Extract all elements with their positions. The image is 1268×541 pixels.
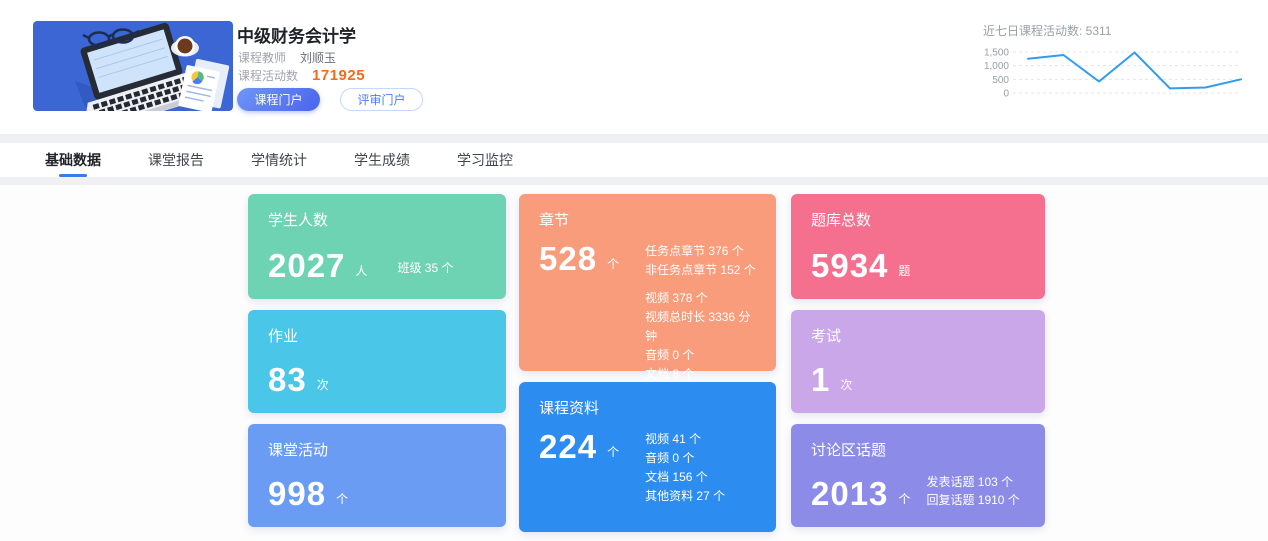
card-discussion-topics: 讨论区话题 2013 个 发表话题 103 个 回复话题 1910 个 [791,424,1045,527]
card-value: 1 [811,363,830,396]
card-class-activities: 课堂活动 998 个 [248,424,506,527]
review-portal-button[interactable]: 评审门户 [340,88,423,111]
card-subtext: 回复话题 1910 个 [926,491,1019,509]
course-title: 中级财务会计学 [237,22,356,47]
tab-learning-monitor[interactable]: 学习监控 [457,143,513,177]
svg-text:1,000: 1,000 [984,61,1009,72]
card-question-bank: 题库总数 5934 题 [791,194,1045,299]
course-header: 中级财务会计学 课程教师 刘顺玉 课程活动数 171925 课程门户 评审门户 … [0,0,1268,134]
tab-class-report[interactable]: 课堂报告 [148,143,204,177]
dashboard-tabs: 基础数据 课堂报告 学情统计 学生成绩 学习监控 [0,143,1268,177]
card-subtext: 任务点章节 376 个 [645,242,756,261]
header-buttons: 课程门户 评审门户 [237,88,423,111]
svg-text:0: 0 [1003,89,1009,100]
course-portal-button[interactable]: 课程门户 [237,88,320,111]
card-subtext: 非任务点章节 152 个 [645,261,756,280]
activity-count-value: 171925 [312,67,365,84]
card-value: 5934 [811,249,888,282]
card-subtext: 视频 378 个 [645,289,756,308]
card-subtext: 视频总时长 3336 分钟 [645,308,756,346]
tab-student-grades[interactable]: 学生成绩 [354,143,410,177]
teacher-name: 刘顺玉 [300,49,336,66]
cards-column-3: 题库总数 5934 题 考试 1 次 讨论区话题 2013 个 发表话题 103… [791,194,1045,527]
tab-basic-data[interactable]: 基础数据 [45,143,101,177]
chart-title: 近七日课程活动数: 5311 [983,22,1253,39]
card-title: 课程资料 [539,397,756,418]
svg-text:500: 500 [992,75,1009,86]
card-subtext: 班级 35 个 [397,259,453,278]
activity-count-label: 课程活动数 [238,67,298,84]
card-subtext: 视频 41 个 [645,430,725,449]
activity-line-chart: 1,500 1,000 500 0 [983,45,1245,103]
card-subtext: 音频 0 个 [645,346,756,365]
card-unit: 个 [336,490,348,507]
active-tab-underline [59,174,87,177]
card-unit: 个 [607,255,619,272]
svg-text:1,500: 1,500 [984,48,1009,59]
tab-label: 学情统计 [251,150,307,170]
course-cover-illustration [33,21,233,111]
card-title: 章节 [539,209,756,230]
card-unit: 题 [898,262,910,279]
card-sub-details: 视频 41 个 音频 0 个 文档 156 个 其他资料 27 个 [645,430,725,506]
tab-learning-stats[interactable]: 学情统计 [251,143,307,177]
card-chapters: 章节 528 个 任务点章节 376 个 非任务点章节 152 个 视频 378… [519,194,776,371]
card-unit: 次 [317,376,329,393]
card-subtext: 文档 156 个 [645,468,725,487]
card-students: 学生人数 2027 人 班级 35 个 [248,194,506,299]
tab-label: 基础数据 [45,150,101,170]
card-course-materials: 课程资料 224 个 视频 41 个 音频 0 个 文档 156 个 其他资料 … [519,382,776,532]
cards-column-2: 章节 528 个 任务点章节 376 个 非任务点章节 152 个 视频 378… [519,194,776,532]
card-unit: 人 [355,262,367,279]
teacher-row: 课程教师 刘顺玉 [238,49,336,66]
card-title: 讨论区话题 [811,439,1025,460]
card-value: 2027 [268,249,345,282]
card-title: 课堂活动 [268,439,486,460]
card-subtext: 其他资料 27 个 [645,487,725,506]
weekly-activity-chart: 近七日课程活动数: 5311 1,500 1,000 500 0 [983,22,1253,108]
tab-label: 学生成绩 [354,150,410,170]
card-title: 学生人数 [268,209,486,230]
card-value: 528 [539,242,597,275]
card-title: 考试 [811,325,1025,346]
card-subtext: 音频 0 个 [645,449,725,468]
card-value: 998 [268,477,326,510]
course-cover [33,21,233,111]
card-value: 224 [539,430,597,463]
card-sub-details: 发表话题 103 个 回复话题 1910 个 [926,473,1019,509]
activity-row: 课程活动数 171925 [238,67,365,84]
course-dashboard: { "header": { "course_title": "中级财务会计学",… [0,0,1268,541]
card-title: 题库总数 [811,209,1025,230]
cards-column-1: 学生人数 2027 人 班级 35 个 作业 83 次 课堂活动 998 个 [248,194,506,527]
card-exams: 考试 1 次 [791,310,1045,413]
card-unit: 个 [607,443,619,460]
card-homework: 作业 83 次 [248,310,506,413]
card-value: 2013 [811,477,888,510]
card-unit: 个 [898,490,910,507]
tab-label: 学习监控 [457,150,513,170]
basic-data-content: 学生人数 2027 人 班级 35 个 作业 83 次 课堂活动 998 个 章… [0,185,1268,541]
card-subtext: 发表话题 103 个 [926,473,1019,491]
card-unit: 次 [840,376,852,393]
card-value: 83 [268,363,307,396]
card-sub-details: 任务点章节 376 个 非任务点章节 152 个 视频 378 个 视频总时长 … [645,242,756,403]
tab-label: 课堂报告 [148,150,204,170]
teacher-label: 课程教师 [238,49,286,66]
card-title: 作业 [268,325,486,346]
